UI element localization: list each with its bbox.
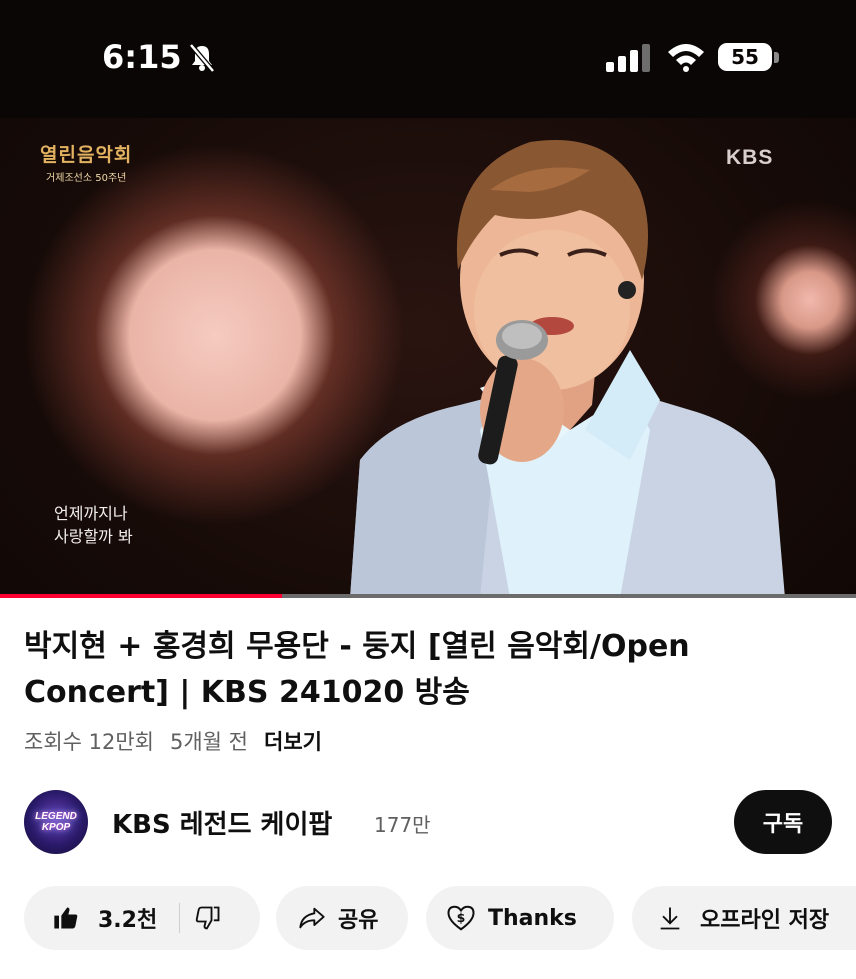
status-bar: 6:15 55 [0,0,856,118]
like-dislike-pill: 3.2천 [24,886,260,950]
offline-save-button[interactable]: 오프라인 저장 [632,886,856,950]
more-link[interactable]: 더보기 [264,726,322,756]
thumbs-down-icon[interactable] [194,904,222,932]
share-button[interactable]: 공유 [276,886,408,950]
show-logo: 열린음악회 거제조선소 50주년 [40,140,132,184]
avatar-logo-text: LEGEND KPOP [35,811,77,833]
lyrics-line-2: 사랑할까 봐 [54,527,133,546]
channel-row[interactable]: LEGEND KPOP KBS 레전드 케이팝 177만 구독 [24,790,832,854]
video-title[interactable]: 박지현 + 홍경희 무용단 - 둥지 [열린 음악회/Open Concert]… [24,624,824,716]
video-player[interactable]: 6:15 55 열린음악회 거제조선소 50주년 KBS 언제까지나 사랑할까 [0,0,856,598]
upload-age: 5개월 전 [170,730,248,754]
thanks-icon: $ [447,905,475,931]
view-count: 조회수 12만회 [24,730,154,754]
thanks-button[interactable]: $ Thanks [426,886,614,950]
singer-figure [350,140,785,598]
thumbs-up-icon [54,907,78,929]
like-divider [179,903,181,933]
wifi-icon [668,44,704,72]
show-logo-subtitle: 거제조선소 50주년 [46,173,127,184]
lyrics-caption: 언제까지나 사랑할까 봐 [54,502,133,548]
subscriber-count: 177만 [374,813,431,837]
share-label: 공유 [338,908,379,933]
download-icon [660,907,680,930]
like-button[interactable]: 3.2천 [24,902,157,934]
bell-off-icon [189,43,215,73]
status-time: 6:15 [102,38,182,76]
battery-level: 55 [731,45,759,69]
show-logo-title: 열린음악회 [40,144,133,166]
broadcaster-watermark: KBS [726,146,774,169]
battery-tip [774,52,779,63]
subscribe-button[interactable]: 구독 [734,790,832,854]
lyrics-line-1: 언제까지나 [54,504,128,523]
signal-icon [606,44,650,72]
svg-text:$: $ [457,910,466,925]
thanks-label: Thanks [488,905,577,931]
video-meta[interactable]: 조회수 12만회 5개월 전 더보기 [24,726,322,756]
channel-name[interactable]: KBS 레전드 케이팝 [112,804,332,841]
offline-save-label: 오프라인 저장 [700,908,830,933]
channel-avatar[interactable]: LEGEND KPOP [24,790,88,854]
battery-icon: 55 [718,43,772,71]
like-count: 3.2천 [98,908,158,933]
share-icon [299,907,325,929]
